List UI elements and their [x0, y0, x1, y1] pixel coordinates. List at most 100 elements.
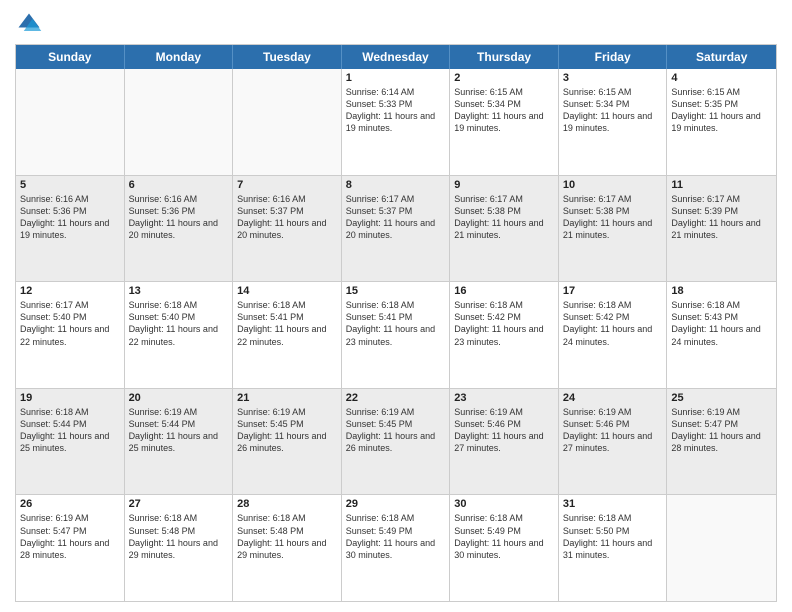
sunset-info: Sunset: 5:39 PM: [671, 206, 738, 216]
sunset-info: Sunset: 5:44 PM: [129, 419, 196, 429]
calendar-cell: 8 Sunrise: 6:17 AMSunset: 5:37 PMDaylight…: [342, 176, 451, 282]
calendar-row: 5Sunrise: 6:16 AMSunset: 5:36 PMDaylight…: [16, 176, 776, 283]
day-number: 1: [346, 72, 446, 84]
calendar-row: 26Sunrise: 6:19 AMSunset: 5:47 PMDayligh…: [16, 495, 776, 601]
daylight-hours: Daylight: 11 hours and 20 minutes.: [237, 218, 326, 240]
cell-info: Sunrise: 6:17 AMSunset: 5:37 PMDaylight:…: [346, 193, 446, 242]
daylight-hours: Daylight: 11 hours and 21 minutes.: [671, 218, 760, 240]
logo-icon: [15, 10, 43, 38]
sunset-info: Sunset: 5:40 PM: [20, 312, 87, 322]
calendar-cell: 6Sunrise: 6:16 AMSunset: 5:36 PMDaylight…: [125, 176, 234, 282]
cell-info: Sunrise: 6:18 AMSunset: 5:42 PMDaylight:…: [454, 299, 554, 348]
calendar-cell: 1 Sunrise: 6:14 AMSunset: 5:33 PMDaylight…: [342, 69, 451, 175]
sunset-info: Sunset: 5:46 PM: [563, 419, 630, 429]
sunset-info: Sunset: 5:34 PM: [563, 99, 630, 109]
cell-info: Sunrise: 6:19 AMSunset: 5:44 PMDaylight:…: [129, 406, 229, 455]
daylight-hours: Daylight: 11 hours and 27 minutes.: [454, 431, 543, 453]
day-number: 19: [20, 392, 120, 404]
cell-info: Sunrise: 6:16 AMSunset: 5:36 PMDaylight:…: [129, 193, 229, 242]
sunset-info: Sunset: 5:47 PM: [671, 419, 738, 429]
daylight-hours: Daylight: 11 hours and 25 minutes.: [129, 431, 218, 453]
cell-info: Sunrise: 6:18 AMSunset: 5:41 PMDaylight:…: [346, 299, 446, 348]
calendar-cell: 12Sunrise: 6:17 AMSunset: 5:40 PMDayligh…: [16, 282, 125, 388]
calendar-cell: 19Sunrise: 6:18 AMSunset: 5:44 PMDayligh…: [16, 389, 125, 495]
calendar-cell: 26Sunrise: 6:19 AMSunset: 5:47 PMDayligh…: [16, 495, 125, 601]
weekday-header-tuesday: Tuesday: [233, 45, 342, 69]
sunrise-info: Sunrise: 6:18 AM: [671, 300, 740, 310]
sunset-info: Sunset: 5:49 PM: [454, 526, 521, 536]
calendar-cell: 14Sunrise: 6:18 AMSunset: 5:41 PMDayligh…: [233, 282, 342, 388]
cell-info: Sunrise: 6:18 AMSunset: 5:41 PMDaylight:…: [237, 299, 337, 348]
sunrise-info: Sunrise: 6:16 AM: [237, 194, 306, 204]
sunrise-info: Sunrise: 6:18 AM: [454, 300, 523, 310]
cell-info: Sunrise: 6:18 AMSunset: 5:50 PMDaylight:…: [563, 512, 663, 561]
day-number: 11: [671, 179, 772, 191]
calendar-cell: 28Sunrise: 6:18 AMSunset: 5:48 PMDayligh…: [233, 495, 342, 601]
sunrise-info: Sunrise: 6:19 AM: [20, 513, 89, 523]
weekday-header-friday: Friday: [559, 45, 668, 69]
day-number: 12: [20, 285, 120, 297]
daylight-hours: Daylight: 11 hours and 28 minutes.: [671, 431, 760, 453]
day-number: 16: [454, 285, 554, 297]
calendar-cell: 2Sunrise: 6:15 AMSunset: 5:34 PMDaylight…: [450, 69, 559, 175]
calendar-cell: 10Sunrise: 6:17 AMSunset: 5:38 PMDayligh…: [559, 176, 668, 282]
day-number: 2: [454, 72, 554, 84]
cell-info: Sunrise: 6:17 AMSunset: 5:38 PMDaylight:…: [563, 193, 663, 242]
day-number: 18: [671, 285, 772, 297]
calendar-cell: [233, 69, 342, 175]
sunset-info: Sunset: 5:48 PM: [129, 526, 196, 536]
calendar-cell: 13Sunrise: 6:18 AMSunset: 5:40 PMDayligh…: [125, 282, 234, 388]
daylight-hours: Daylight: 11 hours and 28 minutes.: [20, 538, 109, 560]
calendar-cell: 20Sunrise: 6:19 AMSunset: 5:44 PMDayligh…: [125, 389, 234, 495]
daylight-hours: Daylight: 11 hours and 30 minutes.: [346, 538, 435, 560]
calendar-cell: 30Sunrise: 6:18 AMSunset: 5:49 PMDayligh…: [450, 495, 559, 601]
cell-info: Sunrise: 6:14 AMSunset: 5:33 PMDaylight:…: [346, 86, 446, 135]
day-number: 8: [346, 179, 446, 191]
sunset-info: Sunset: 5:45 PM: [346, 419, 413, 429]
sunrise-info: Sunrise: 6:19 AM: [563, 407, 632, 417]
sunset-info: Sunset: 5:42 PM: [563, 312, 630, 322]
sunrise-info: Sunrise: 6:19 AM: [237, 407, 306, 417]
calendar-cell: 5Sunrise: 6:16 AMSunset: 5:36 PMDaylight…: [16, 176, 125, 282]
daylight-hours: Daylight: 11 hours and 22 minutes.: [20, 324, 109, 346]
calendar-cell: [125, 69, 234, 175]
sunrise-info: Sunrise: 6:18 AM: [454, 513, 523, 523]
sunrise-info: Sunrise: 6:18 AM: [20, 407, 89, 417]
calendar-cell: 18Sunrise: 6:18 AMSunset: 5:43 PMDayligh…: [667, 282, 776, 388]
daylight-hours: Daylight: 11 hours and 21 minutes.: [563, 218, 652, 240]
day-number: 25: [671, 392, 772, 404]
calendar-row: 12Sunrise: 6:17 AMSunset: 5:40 PMDayligh…: [16, 282, 776, 389]
cell-info: Sunrise: 6:15 AMSunset: 5:34 PMDaylight:…: [563, 86, 663, 135]
cell-info: Sunrise: 6:18 AMSunset: 5:40 PMDaylight:…: [129, 299, 229, 348]
cell-info: Sunrise: 6:17 AMSunset: 5:38 PMDaylight:…: [454, 193, 554, 242]
sunset-info: Sunset: 5:37 PM: [346, 206, 413, 216]
daylight-hours: Daylight: 11 hours and 19 minutes.: [454, 111, 543, 133]
cell-info: Sunrise: 6:19 AMSunset: 5:47 PMDaylight:…: [671, 406, 772, 455]
sunrise-info: Sunrise: 6:18 AM: [237, 300, 306, 310]
sunrise-info: Sunrise: 6:18 AM: [563, 513, 632, 523]
day-number: 15: [346, 285, 446, 297]
daylight-hours: Daylight: 11 hours and 27 minutes.: [563, 431, 652, 453]
sunrise-info: Sunrise: 6:16 AM: [129, 194, 198, 204]
cell-info: Sunrise: 6:18 AMSunset: 5:48 PMDaylight:…: [129, 512, 229, 561]
daylight-hours: Daylight: 11 hours and 19 minutes.: [563, 111, 652, 133]
cell-info: Sunrise: 6:16 AMSunset: 5:36 PMDaylight:…: [20, 193, 120, 242]
calendar-cell: 21Sunrise: 6:19 AMSunset: 5:45 PMDayligh…: [233, 389, 342, 495]
sunset-info: Sunset: 5:48 PM: [237, 526, 304, 536]
daylight-hours: Daylight: 11 hours and 29 minutes.: [129, 538, 218, 560]
sunset-info: Sunset: 5:33 PM: [346, 99, 413, 109]
sunrise-info: Sunrise: 6:18 AM: [346, 513, 415, 523]
day-number: 24: [563, 392, 663, 404]
sunset-info: Sunset: 5:42 PM: [454, 312, 521, 322]
calendar-row: 1 Sunrise: 6:14 AMSunset: 5:33 PMDaylight…: [16, 69, 776, 176]
calendar-header: SundayMondayTuesdayWednesdayThursdayFrid…: [16, 45, 776, 69]
sunrise-info: Sunrise: 6:19 AM: [454, 407, 523, 417]
cell-info: Sunrise: 6:18 AMSunset: 5:49 PMDaylight:…: [346, 512, 446, 561]
sunset-info: Sunset: 5:38 PM: [563, 206, 630, 216]
sunset-info: Sunset: 5:41 PM: [237, 312, 304, 322]
sunrise-info: Sunrise: 6:19 AM: [346, 407, 415, 417]
daylight-hours: Daylight: 11 hours and 21 minutes.: [454, 218, 543, 240]
sunrise-info: Sunrise: 6:18 AM: [563, 300, 632, 310]
sunset-info: Sunset: 5:46 PM: [454, 419, 521, 429]
daylight-hours: Daylight: 11 hours and 26 minutes.: [237, 431, 326, 453]
